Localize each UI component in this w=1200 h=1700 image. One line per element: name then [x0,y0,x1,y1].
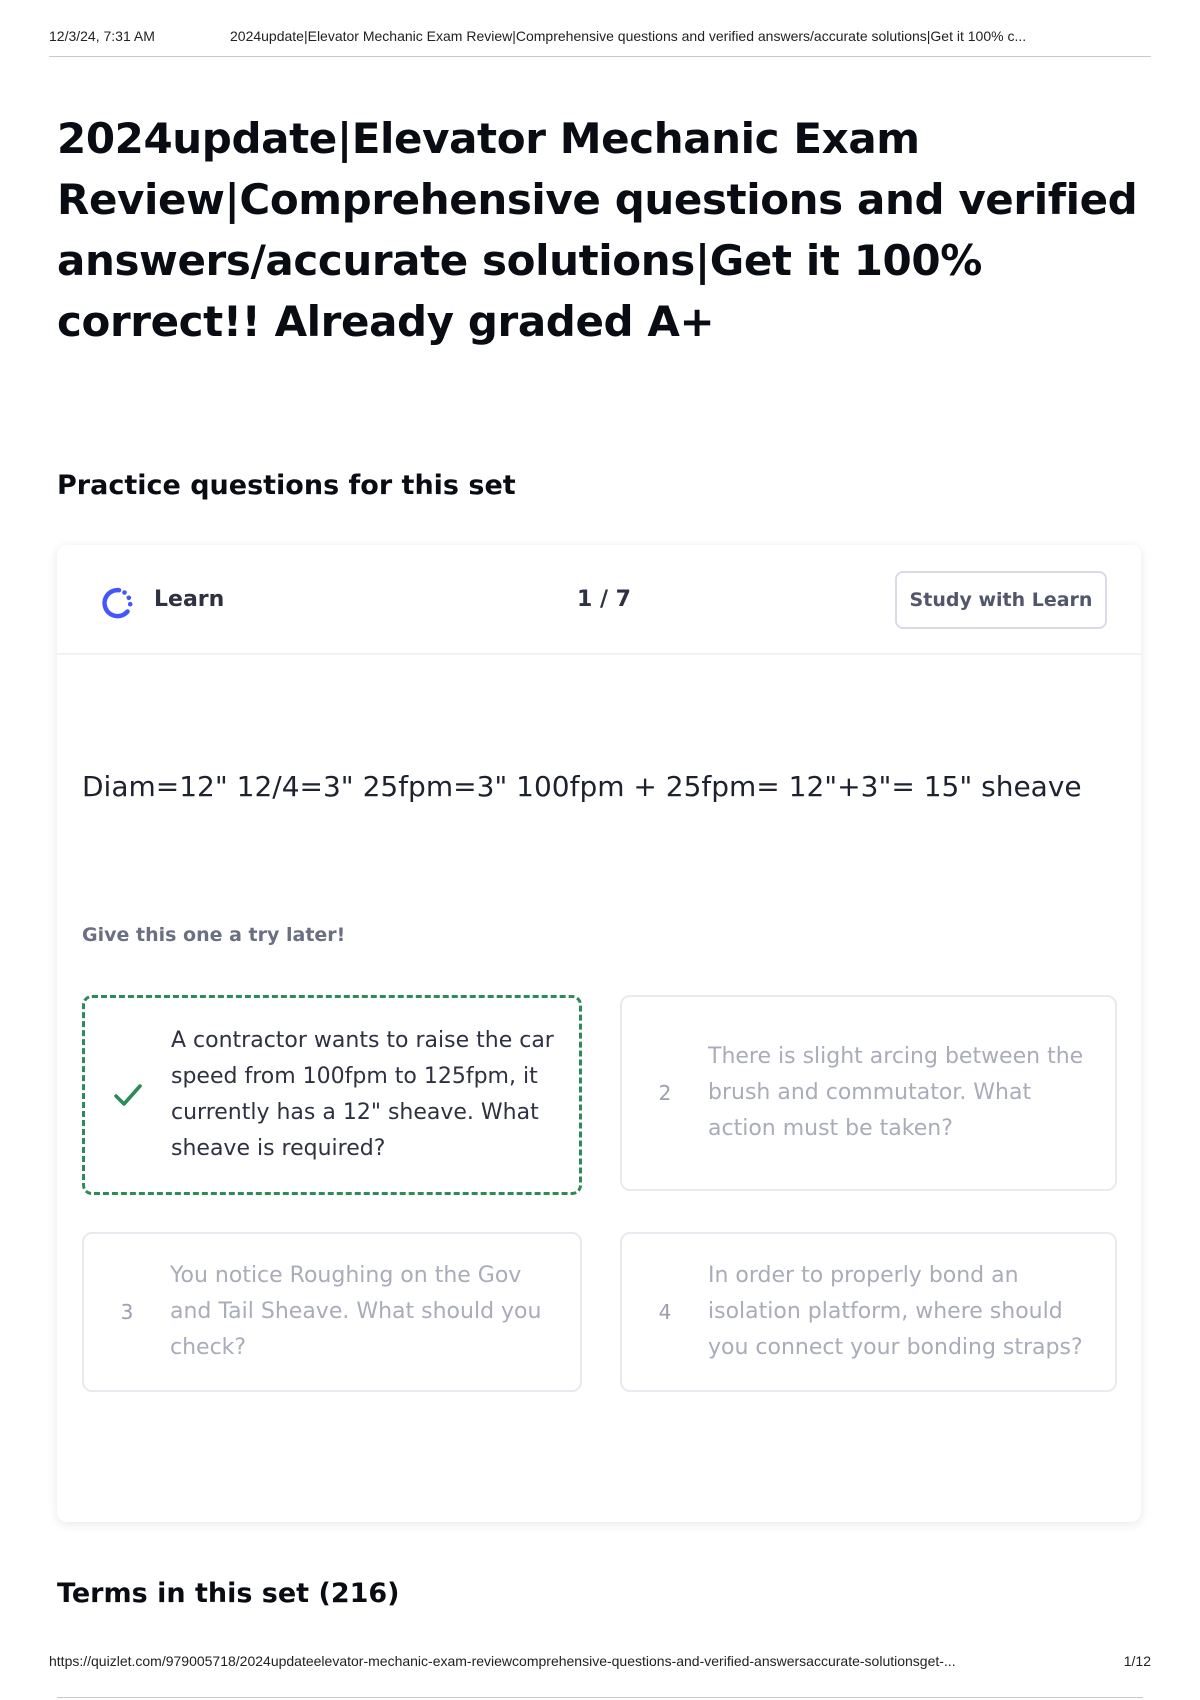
option-marker: 4 [658,1300,672,1324]
bottom-divider [57,1697,1143,1698]
terms-heading: Terms in this set (216) [57,1578,400,1609]
learn-card: Learn 1 / 7 Study with Learn Diam=12" 12… [57,545,1141,1522]
practice-heading: Practice questions for this set [57,470,516,501]
answer-option-2[interactable]: 2 There is slight arcing between the bru… [620,995,1117,1191]
learn-icon [95,581,139,625]
question-progress: 1 / 7 [577,587,631,612]
print-header-title: 2024update|Elevator Mechanic Exam Review… [230,28,1027,44]
page-title: 2024update|Elevator Mechanic Exam Review… [57,114,1138,346]
learn-card-header: Learn 1 / 7 Study with Learn [57,545,1141,655]
option-text: A contractor wants to raise the car spee… [171,1028,554,1161]
print-footer: https://quizlet.com/979005718/2024update… [49,1653,1151,1669]
option-text: In order to properly bond an isolation p… [708,1263,1083,1360]
option-marker [85,1077,171,1113]
try-later-hint: Give this one a try later! [82,924,346,946]
option-marker: 2 [658,1081,672,1105]
answer-option-4[interactable]: 4 In order to properly bond an isolation… [620,1232,1117,1392]
question-prompt: Diam=12" 12/4=3" 25fpm=3" 100fpm + 25fpm… [82,770,1082,803]
answer-option-1[interactable]: A contractor wants to raise the car spee… [82,995,582,1195]
print-header: 12/3/24, 7:31 AM 2024update|Elevator Mec… [49,28,1151,57]
check-icon [110,1077,146,1113]
learn-mode-label: Learn [154,587,225,612]
option-text: You notice Roughing on the Gov and Tail … [170,1263,542,1360]
print-footer-url: https://quizlet.com/979005718/2024update… [49,1653,956,1669]
answer-option-3[interactable]: 3 You notice Roughing on the Gov and Tai… [82,1232,582,1392]
print-datetime: 12/3/24, 7:31 AM [49,28,155,44]
option-marker: 3 [120,1300,134,1324]
option-text: There is slight arcing between the brush… [708,1044,1084,1141]
study-with-learn-button[interactable]: Study with Learn [895,571,1107,629]
page-number: 1/12 [1123,1653,1151,1669]
